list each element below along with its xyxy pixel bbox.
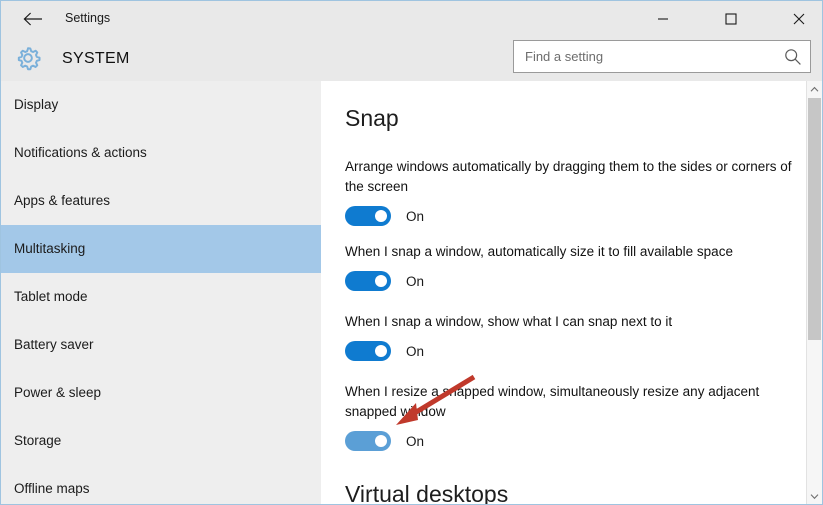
chevron-up-icon <box>810 86 819 92</box>
toggle-knob <box>375 435 387 447</box>
toggle-row: On <box>345 431 793 451</box>
minimize-icon <box>658 17 668 20</box>
toggle-row: On <box>345 206 793 226</box>
sidebar-item-multitasking[interactable]: Multitasking <box>1 225 321 273</box>
sidebar-item-label: Power & sleep <box>14 385 102 400</box>
page-title: SYSTEM <box>62 50 130 67</box>
setting-show-snap-suggestions: When I snap a window, show what I can sn… <box>345 312 793 361</box>
show-snap-suggestions-toggle[interactable] <box>345 341 391 361</box>
setting-label: Arrange windows automatically by draggin… <box>345 159 792 194</box>
maximize-icon <box>725 12 737 25</box>
setting-label: When I snap a window, show what I can sn… <box>345 314 673 329</box>
close-button[interactable] <box>776 1 822 36</box>
sidebar-item-apps-features[interactable]: Apps & features <box>1 177 321 225</box>
window-title: Settings <box>65 11 111 25</box>
back-button[interactable] <box>11 1 55 36</box>
sidebar-item-storage[interactable]: Storage <box>1 417 321 465</box>
sidebar-item-battery-saver[interactable]: Battery saver <box>1 321 321 369</box>
setting-auto-size-snapped-window: When I snap a window, automatically size… <box>345 242 793 291</box>
scroll-down-button[interactable] <box>807 488 822 504</box>
toggle-state-label: On <box>406 433 425 449</box>
toggle-knob <box>375 345 387 357</box>
search-box[interactable] <box>513 40 811 73</box>
setting-label: When I snap a window, automatically size… <box>345 244 733 259</box>
toggle-knob <box>375 275 387 287</box>
arrange-windows-automatically-toggle[interactable] <box>345 206 391 226</box>
resize-adjacent-snapped-window-toggle[interactable] <box>345 431 391 451</box>
next-section-title: Virtual desktops <box>345 481 509 504</box>
toggle-row: On <box>345 271 793 291</box>
sidebar-item-display[interactable]: Display <box>1 81 321 129</box>
section-title: Snap <box>345 105 399 131</box>
search-icon[interactable] <box>783 47 803 67</box>
chevron-down-icon <box>810 493 819 499</box>
sidebar-item-offline-maps[interactable]: Offline maps <box>1 465 321 504</box>
maximize-button[interactable] <box>708 1 754 36</box>
content-pane: Snap Arrange windows automatically by dr… <box>321 81 822 504</box>
settings-window: Settings SYSTEM Find a setting Display N… <box>0 0 823 505</box>
sidebar-item-label: Apps & features <box>14 193 111 208</box>
sidebar-item-label: Notifications & actions <box>14 145 147 160</box>
sidebar-item-label: Multitasking <box>14 241 86 256</box>
toggle-state-label: On <box>406 208 425 224</box>
back-arrow-icon <box>23 12 42 25</box>
sidebar: Display Notifications & actions Apps & f… <box>1 81 321 504</box>
scroll-thumb[interactable] <box>808 98 821 340</box>
setting-label: When I resize a snapped window, simultan… <box>345 384 760 419</box>
toggle-state-label: On <box>406 273 425 289</box>
setting-arrange-windows-automatically: Arrange windows automatically by draggin… <box>345 157 793 226</box>
title-bar: Settings <box>1 1 822 36</box>
toggle-knob <box>375 210 387 222</box>
sidebar-item-label: Display <box>14 97 59 112</box>
scrollbar[interactable] <box>806 81 822 504</box>
sidebar-item-label: Storage <box>14 433 62 448</box>
sidebar-item-tablet-mode[interactable]: Tablet mode <box>1 273 321 321</box>
auto-size-snapped-window-toggle[interactable] <box>345 271 391 291</box>
toggle-row: On <box>345 341 793 361</box>
gear-icon <box>13 43 43 73</box>
toggle-state-label: On <box>406 343 425 359</box>
sidebar-item-power-sleep[interactable]: Power & sleep <box>1 369 321 417</box>
setting-resize-adjacent-snapped-window: When I resize a snapped window, simultan… <box>345 382 793 451</box>
scroll-up-button[interactable] <box>807 81 822 97</box>
minimize-button[interactable] <box>640 1 686 36</box>
close-icon <box>793 13 805 24</box>
sidebar-item-label: Tablet mode <box>14 289 88 304</box>
sidebar-item-label: Offline maps <box>14 481 90 496</box>
search-input[interactable] <box>514 41 776 72</box>
sidebar-item-label: Battery saver <box>14 337 94 352</box>
sidebar-item-notifications-actions[interactable]: Notifications & actions <box>1 129 321 177</box>
